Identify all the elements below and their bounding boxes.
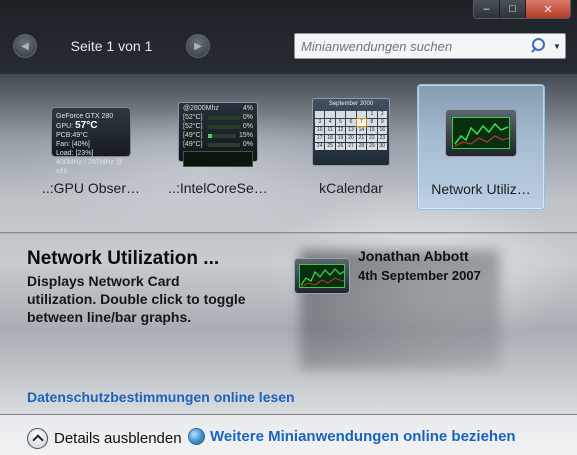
- calendar-day: 2: [377, 111, 387, 118]
- next-page-button[interactable]: ▶: [186, 34, 210, 58]
- search-icon[interactable]: [529, 36, 549, 56]
- gadget-label: kCalendar: [319, 180, 383, 196]
- network-utilization-thumbnail: [294, 258, 350, 294]
- calendar-day: 23: [377, 135, 387, 142]
- calendar-day: 18: [325, 135, 335, 142]
- calendar-day: 25: [325, 143, 335, 150]
- page-navigator: ◀ Seite 1 von 1 ▶: [13, 33, 210, 59]
- calendar-day: 21: [356, 135, 367, 142]
- gpu-observer-thumbnail: GeForce GTX 280 GPU: 57°C PCB:49°C Fan: …: [51, 107, 131, 175]
- calendar-day: 14: [356, 127, 367, 134]
- calendar-day: 9: [377, 119, 387, 126]
- kcalendar-thumbnail: September 2000 1 2 3 4 5 6 7 8 9 10 11 12 13 14 15 16 17…: [312, 98, 390, 166]
- calendar-day: 30: [377, 143, 387, 150]
- cpu-usage-graph: [183, 151, 253, 167]
- details-date: 4th September 2007: [358, 268, 481, 283]
- cpu-core-bar: [208, 124, 240, 129]
- calendar-day: 22: [367, 135, 377, 142]
- hide-details-label[interactable]: Details ausblenden: [54, 430, 182, 447]
- gadget-label: Network Utiliz…: [431, 181, 531, 197]
- details-thumbnail: [294, 258, 350, 294]
- gadget-tile-gpu-observer[interactable]: GeForce GTX 280 GPU: 57°C PCB:49°C Fan: …: [27, 84, 155, 210]
- search-dropdown-icon[interactable]: ▼: [549, 42, 565, 51]
- calendar-day: 15: [367, 127, 377, 134]
- calendar-day: 7: [355, 118, 368, 127]
- calendar-day: 24: [315, 143, 325, 150]
- gadget-label: ..:GPU Obser…: [41, 180, 141, 196]
- calendar-day: 26: [335, 143, 346, 150]
- cpu-core-bar: [208, 133, 236, 138]
- window-controls: – □ ✕: [473, 0, 571, 19]
- calendar-day: 19: [335, 135, 346, 142]
- network-utilization-thumbnail: [445, 109, 517, 157]
- previous-page-button[interactable]: ◀: [13, 34, 37, 58]
- calendar-day: 27: [346, 143, 356, 150]
- chevron-right-icon: ▶: [194, 40, 202, 52]
- gadget-tile-network-utilization[interactable]: Network Utiliz…: [417, 84, 545, 210]
- calendar-grid: 1 2 3 4 5 6 7 8 9 10 11 12 13 14 15 16 17 18 19 20 21 22 23 24 2…: [315, 111, 387, 150]
- chevron-up-icon[interactable]: [27, 428, 48, 449]
- details-title: Network Utilization ...: [27, 248, 220, 269]
- gadget-gallery: GeForce GTX 280 GPU: 57°C PCB:49°C Fan: …: [0, 74, 577, 232]
- gadget-tile-intel-core-series[interactable]: @2800Mhz 4% [52°C] 0% [52°C] 0% [49°C] 15% […: [154, 84, 282, 210]
- calendar-day: 12: [335, 127, 346, 134]
- close-button[interactable]: ✕: [526, 0, 570, 18]
- cpu-core-bar: [208, 115, 240, 120]
- gadget-tile-kcalendar[interactable]: September 2000 1 2 3 4 5 6 7 8 9 10 11 12 13 14 15 16 17…: [287, 84, 415, 210]
- page-indicator: Seite 1 von 1: [70, 38, 153, 54]
- calendar-day: 1: [367, 111, 377, 118]
- privacy-link[interactable]: Datenschutzbestimmungen online lesen: [27, 389, 295, 405]
- calendar-day: 20: [346, 135, 356, 142]
- gadget-gallery-header: – □ ✕ ◀ Seite 1 von 1 ▶ ▼: [0, 0, 577, 74]
- calendar-day: 13: [346, 127, 356, 134]
- calendar-day: [335, 111, 346, 118]
- gadget-label: ..:IntelCoreSe…: [168, 180, 268, 196]
- cpu-core-bar: [208, 142, 240, 147]
- details-divider: [0, 232, 577, 234]
- calendar-day: 8: [367, 119, 377, 126]
- calendar-day: [356, 111, 367, 118]
- calendar-day: 28: [356, 143, 367, 150]
- calendar-day: 17: [315, 135, 325, 142]
- more-gadgets-label[interactable]: Weitere Minianwendungen online beziehen: [210, 428, 516, 445]
- details-author: Jonathan Abbott: [358, 248, 469, 264]
- minimize-button[interactable]: –: [474, 0, 500, 18]
- network-graph: [454, 122, 509, 147]
- intel-core-thumbnail: @2800Mhz 4% [52°C] 0% [52°C] 0% [49°C] 15% […: [178, 102, 258, 167]
- calendar-day: 10: [315, 127, 325, 134]
- more-gadgets-link[interactable]: Weitere Minianwendungen online beziehen: [188, 428, 516, 445]
- calendar-day: 4: [325, 119, 335, 126]
- search-input[interactable]: [295, 34, 529, 58]
- calendar-day: 6: [346, 119, 356, 126]
- calendar-day: [346, 111, 356, 118]
- globe-icon: [188, 428, 205, 445]
- calendar-day: 29: [367, 143, 377, 150]
- calendar-day: 5: [335, 119, 346, 126]
- calendar-day: [325, 111, 335, 118]
- network-graph: [300, 268, 344, 287]
- calendar-day: 3: [315, 119, 325, 126]
- calendar-day: 11: [325, 127, 335, 134]
- chevron-left-icon: ◀: [21, 40, 29, 52]
- hide-details-toggle[interactable]: Details ausblenden: [27, 428, 182, 449]
- search-box: ▼: [294, 33, 566, 59]
- maximize-button[interactable]: □: [500, 0, 526, 18]
- details-description: Displays Network Card utilization. Doubl…: [27, 273, 246, 325]
- calendar-day: [315, 111, 325, 118]
- calendar-day: 16: [377, 127, 387, 134]
